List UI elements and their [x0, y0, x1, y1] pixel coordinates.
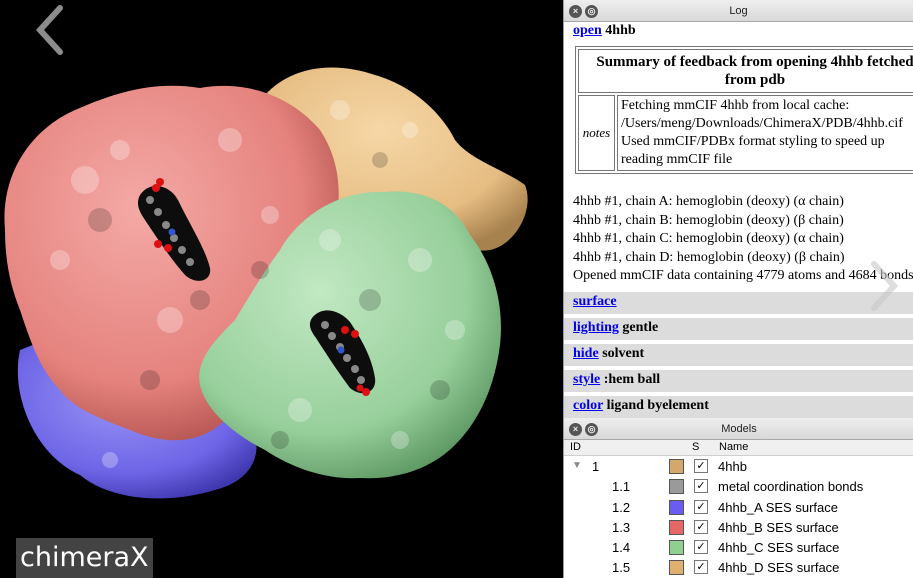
- 3d-graphics-viewport[interactable]: chimeraX: [0, 0, 563, 578]
- info-line: 4hhb #1, chain A: hemoglobin (deoxy) (α …: [573, 194, 844, 209]
- notes-line: Fetching mmCIF 4hhb from local cache:: [621, 98, 850, 113]
- model-shown-checkbox[interactable]: ✓: [694, 519, 708, 534]
- command-args: gentle: [622, 319, 659, 335]
- notes-line: Used mmCIF/PDBx format styling to speed …: [621, 134, 885, 149]
- protein-surface-render: [4, 67, 528, 499]
- command-link[interactable]: surface: [573, 294, 617, 309]
- info-line: 4hhb #1, chain C: hemoglobin (deoxy) (α …: [573, 231, 844, 246]
- header-shown[interactable]: S: [692, 441, 699, 453]
- models-titlebar: × ◎ Models: [564, 418, 913, 440]
- model-color-swatch[interactable]: [669, 519, 684, 535]
- model-row[interactable]: ▼ 1 ✓ 4hhb: [564, 456, 913, 476]
- model-id: 1.2: [612, 499, 631, 515]
- expand-triangle-icon[interactable]: ▼: [572, 460, 582, 471]
- model-id: 1.4: [612, 540, 631, 556]
- command-link[interactable]: style: [573, 372, 600, 387]
- chimerax-watermark: chimeraX: [16, 538, 153, 578]
- close-icon[interactable]: ×: [569, 423, 582, 436]
- info-line: 4hhb #1, chain B: hemoglobin (deoxy) (β …: [573, 212, 844, 228]
- model-shown-checkbox[interactable]: ✓: [694, 479, 708, 494]
- model-id: 1.3: [612, 519, 631, 535]
- info-line: Opened mmCIF data containing 4779 atoms …: [573, 268, 913, 283]
- model-row[interactable]: 1.2 ✓ 4hhb_A SES surface: [564, 497, 913, 517]
- log-info-text: 4hhb #1, chain A: hemoglobin (deoxy) (α …: [564, 174, 913, 292]
- command-link[interactable]: lighting: [573, 320, 619, 335]
- log-command-style: style :hem ball: [564, 369, 913, 392]
- model-color-swatch[interactable]: [669, 540, 684, 556]
- command-link[interactable]: open: [573, 23, 602, 38]
- model-name: metal coordination bonds: [718, 479, 864, 495]
- command-link[interactable]: hide: [573, 346, 599, 361]
- undock-icon[interactable]: ◎: [585, 423, 598, 436]
- log-command-hide: hide solvent: [564, 343, 913, 366]
- model-color-swatch[interactable]: [669, 459, 684, 474]
- model-name: 4hhb_A SES surface: [718, 499, 838, 515]
- undock-icon[interactable]: ◎: [585, 5, 598, 18]
- model-color-swatch[interactable]: [669, 499, 684, 515]
- model-name: 4hhb_D SES surface: [718, 560, 840, 576]
- previous-arrow-icon[interactable]: [30, 0, 70, 60]
- log-command-lighting: lighting gentle: [564, 317, 913, 340]
- log-panel[interactable]: open 4hhb Summary of feedback from openi…: [564, 22, 913, 418]
- model-row[interactable]: 1.5 ✓ 4hhb_D SES surface: [564, 557, 913, 577]
- model-shown-checkbox[interactable]: ✓: [694, 560, 708, 575]
- model-row[interactable]: 1.3 ✓ 4hhb_B SES surface: [564, 517, 913, 537]
- log-command-color: color ligand byelement: [564, 395, 913, 418]
- command-args: solvent: [602, 345, 645, 361]
- side-panel: × ◎ Log open 4hhb Summary of feedback fr…: [563, 0, 913, 578]
- log-title: Log: [729, 5, 748, 17]
- summary-notes-row: notes Fetching mmCIF 4hhb from local cac…: [578, 95, 913, 171]
- models-header-row: ID S Name: [564, 440, 913, 456]
- notes-line: reading mmCIF file: [621, 152, 733, 167]
- command-args: 4hhb: [605, 23, 636, 38]
- next-arrow-icon[interactable]: [864, 256, 904, 316]
- command-args: :hem ball: [603, 371, 661, 387]
- command-link[interactable]: color: [573, 398, 603, 413]
- info-line: 4hhb #1, chain D: hemoglobin (deoxy) (β …: [573, 249, 845, 265]
- models-table[interactable]: ID S Name ▼ 1 ✓ 4hhb 1.1 ✓ metal coordin…: [564, 440, 913, 578]
- command-args: ligand byelement: [606, 397, 709, 413]
- notes-label: notes: [578, 95, 615, 171]
- notes-line: /Users/meng/Downloads/ChimeraX/PDB/4hhb.…: [621, 116, 903, 131]
- header-name[interactable]: Name: [719, 441, 748, 453]
- model-color-swatch[interactable]: [669, 479, 684, 495]
- summary-title: Summary of feedback from opening 4hhb fe…: [578, 49, 913, 93]
- model-name: 4hhb_B SES surface: [718, 519, 839, 535]
- models-title: Models: [721, 423, 757, 435]
- close-icon[interactable]: ×: [569, 5, 582, 18]
- model-row[interactable]: 1.1 ✓ metal coordination bonds: [564, 476, 913, 496]
- model-shown-checkbox[interactable]: ✓: [694, 499, 708, 514]
- model-name: 4hhb: [718, 459, 747, 474]
- model-row[interactable]: 1.4 ✓ 4hhb_C SES surface: [564, 537, 913, 557]
- notes-body: Fetching mmCIF 4hhb from local cache: /U…: [617, 95, 913, 171]
- model-color-swatch[interactable]: [669, 560, 684, 576]
- log-titlebar: × ◎ Log: [564, 0, 913, 22]
- log-command-surface: surface: [564, 291, 913, 314]
- model-shown-checkbox[interactable]: ✓: [694, 459, 708, 473]
- log-command-open: open 4hhb: [564, 22, 913, 44]
- model-id: 1: [592, 459, 600, 474]
- model-id: 1.5: [612, 560, 631, 576]
- model-id: 1.1: [612, 479, 631, 495]
- feedback-summary-table: Summary of feedback from opening 4hhb fe…: [575, 46, 913, 174]
- header-id[interactable]: ID: [570, 441, 581, 453]
- model-shown-checkbox[interactable]: ✓: [694, 540, 708, 555]
- model-name: 4hhb_C SES surface: [718, 540, 840, 556]
